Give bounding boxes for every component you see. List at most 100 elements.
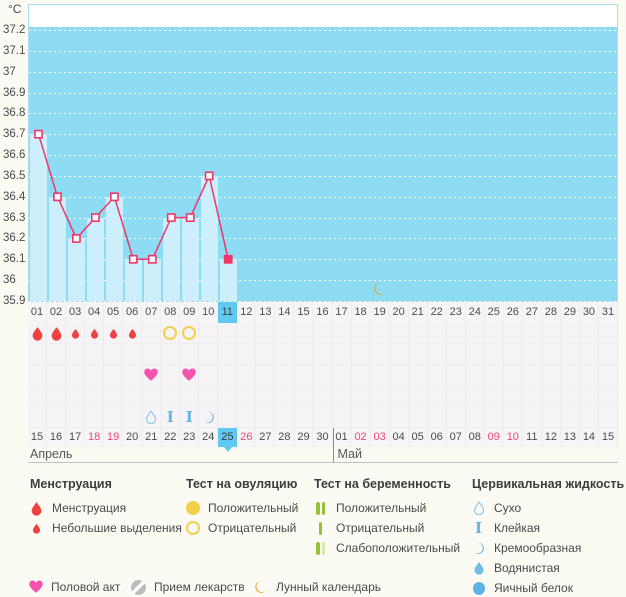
event-cell[interactable] bbox=[484, 407, 504, 428]
calendar-date-cell[interactable]: 09 bbox=[484, 428, 504, 447]
event-cell[interactable] bbox=[85, 407, 105, 428]
cycle-day-cell[interactable]: 08 bbox=[161, 302, 181, 323]
event-cell[interactable] bbox=[560, 407, 580, 428]
event-cell[interactable] bbox=[408, 365, 428, 386]
calendar-date-cell[interactable]: 01 bbox=[332, 428, 352, 447]
calendar-date-cell[interactable]: 17 bbox=[66, 428, 86, 447]
event-cell[interactable] bbox=[598, 365, 618, 386]
event-cell[interactable] bbox=[275, 344, 295, 365]
event-cell[interactable] bbox=[237, 365, 257, 386]
event-cell[interactable] bbox=[256, 407, 276, 428]
event-cell[interactable] bbox=[142, 323, 162, 344]
cycle-day-cell[interactable]: 20 bbox=[389, 302, 409, 323]
event-cell[interactable] bbox=[256, 386, 276, 407]
cycle-day-cell[interactable]: 17 bbox=[332, 302, 352, 323]
temperature-point[interactable] bbox=[147, 254, 157, 264]
event-cell[interactable] bbox=[332, 386, 352, 407]
cycle-day-cell[interactable]: 10 bbox=[199, 302, 219, 323]
event-cell[interactable] bbox=[142, 344, 162, 365]
event-cell[interactable] bbox=[560, 365, 580, 386]
calendar-date-cell[interactable]: 10 bbox=[503, 428, 523, 447]
event-cell[interactable] bbox=[465, 323, 485, 344]
event-cell[interactable] bbox=[85, 386, 105, 407]
event-cell[interactable] bbox=[237, 344, 257, 365]
event-cell[interactable] bbox=[256, 323, 276, 344]
event-cell[interactable] bbox=[484, 365, 504, 386]
event-cell[interactable] bbox=[427, 323, 447, 344]
event-cell[interactable] bbox=[541, 344, 561, 365]
event-cell[interactable] bbox=[28, 323, 48, 344]
event-cell[interactable] bbox=[522, 365, 542, 386]
event-cell[interactable] bbox=[180, 365, 200, 386]
cycle-day-cell[interactable]: 02 bbox=[47, 302, 67, 323]
event-cell[interactable] bbox=[104, 386, 124, 407]
temperature-point[interactable] bbox=[53, 192, 62, 202]
event-cell[interactable] bbox=[218, 323, 238, 344]
event-cell[interactable] bbox=[427, 407, 447, 428]
cycle-day-cell[interactable]: 12 bbox=[237, 302, 257, 323]
event-cell[interactable] bbox=[66, 344, 86, 365]
cycle-day-cell[interactable]: 13 bbox=[256, 302, 276, 323]
event-cell[interactable] bbox=[522, 344, 542, 365]
cycle-day-cell[interactable]: 19 bbox=[370, 302, 390, 323]
cycle-day-cell[interactable]: 31 bbox=[598, 302, 618, 323]
calendar-date-cell[interactable]: 29 bbox=[294, 428, 314, 447]
event-cell[interactable] bbox=[218, 407, 238, 428]
event-cell[interactable] bbox=[351, 407, 371, 428]
event-cell[interactable] bbox=[66, 323, 86, 344]
calendar-date-cell[interactable]: 07 bbox=[446, 428, 466, 447]
event-cell[interactable] bbox=[180, 386, 200, 407]
event-cell[interactable] bbox=[484, 323, 504, 344]
temperature-point[interactable] bbox=[110, 192, 119, 202]
event-cell[interactable] bbox=[522, 386, 542, 407]
temperature-point[interactable] bbox=[166, 213, 176, 222]
calendar-date-cell[interactable]: 02 bbox=[351, 428, 371, 447]
event-cell[interactable] bbox=[446, 407, 466, 428]
event-cell[interactable] bbox=[199, 344, 219, 365]
event-cell[interactable] bbox=[28, 407, 48, 428]
event-cell[interactable] bbox=[161, 344, 181, 365]
event-cell[interactable] bbox=[313, 323, 333, 344]
calendar-date-cell[interactable]: 19 bbox=[104, 428, 124, 447]
event-cell[interactable] bbox=[351, 365, 371, 386]
event-cell[interactable] bbox=[85, 365, 105, 386]
event-cell[interactable] bbox=[123, 386, 143, 407]
cycle-day-cell[interactable]: 16 bbox=[313, 302, 333, 323]
calendar-date-cell[interactable]: 18 bbox=[85, 428, 105, 447]
calendar-date-cell[interactable]: 14 bbox=[579, 428, 599, 447]
event-cell[interactable] bbox=[47, 407, 67, 428]
cycle-day-cell[interactable]: 06 bbox=[123, 302, 143, 323]
event-cell[interactable] bbox=[484, 344, 504, 365]
event-cell[interactable] bbox=[503, 323, 523, 344]
event-cell[interactable] bbox=[446, 323, 466, 344]
event-cell[interactable] bbox=[85, 323, 105, 344]
cycle-day-cell[interactable]: 30 bbox=[579, 302, 599, 323]
event-cell[interactable] bbox=[522, 323, 542, 344]
event-cell[interactable] bbox=[446, 344, 466, 365]
temperature-point[interactable] bbox=[204, 171, 214, 181]
event-cell[interactable] bbox=[370, 323, 390, 344]
cycle-day-cell[interactable]: 21 bbox=[408, 302, 428, 323]
event-cell[interactable] bbox=[579, 323, 599, 344]
event-cell[interactable] bbox=[408, 323, 428, 344]
event-cell[interactable] bbox=[218, 365, 238, 386]
calendar-date-cell[interactable]: 22 bbox=[161, 428, 181, 447]
event-cell[interactable] bbox=[294, 407, 314, 428]
event-cell[interactable] bbox=[237, 386, 257, 407]
cycle-day-cell[interactable]: 05 bbox=[104, 302, 124, 323]
calendar-date-cell[interactable]: 16 bbox=[47, 428, 67, 447]
event-cell[interactable] bbox=[104, 323, 124, 344]
cycle-day-cell[interactable]: 04 bbox=[85, 302, 105, 323]
event-cell[interactable] bbox=[104, 407, 124, 428]
event-cell[interactable] bbox=[427, 386, 447, 407]
event-cell[interactable] bbox=[446, 365, 466, 386]
temperature-point-selected[interactable] bbox=[223, 254, 233, 264]
event-cell[interactable] bbox=[199, 386, 219, 407]
event-cell[interactable] bbox=[142, 386, 162, 407]
event-cell[interactable] bbox=[370, 407, 390, 428]
event-cell[interactable] bbox=[465, 407, 485, 428]
calendar-date-cell[interactable]: 28 bbox=[275, 428, 295, 447]
event-cell[interactable] bbox=[275, 365, 295, 386]
cycle-day-cell[interactable]: 22 bbox=[427, 302, 447, 323]
event-cell[interactable] bbox=[541, 323, 561, 344]
